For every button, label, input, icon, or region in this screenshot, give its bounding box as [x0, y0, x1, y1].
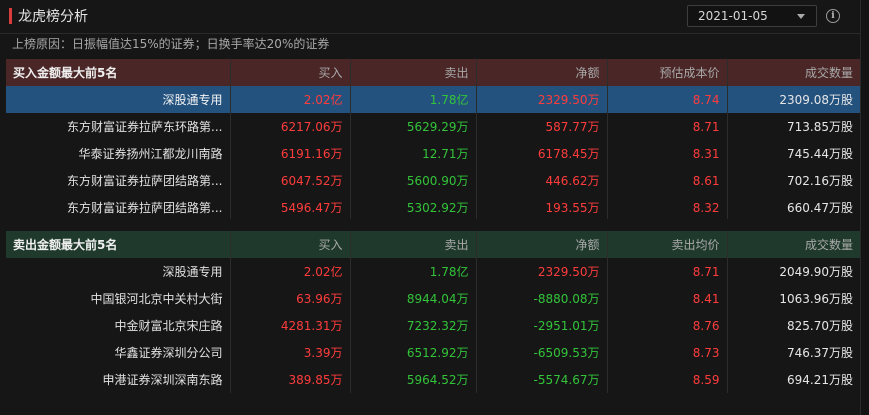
- section-divider: [6, 219, 860, 231]
- column-header[interactable]: 卖出均价: [607, 231, 728, 258]
- dragon-tiger-panel: 龙虎榜分析 2021-01-05 i 上榜原因：日振幅值达15%的证券；日换手率…: [0, 0, 861, 415]
- sell-amount: 1.78亿: [350, 86, 477, 113]
- table-row[interactable]: 深股通专用 2.02亿 1.78亿 2329.50万 8.71 2049.90万…: [6, 258, 860, 285]
- table-row[interactable]: 华鑫证券深圳分公司 3.39万 6512.92万 -6509.53万 8.73 …: [6, 339, 860, 366]
- avg-sell-price: 8.76: [607, 312, 728, 339]
- column-header[interactable]: 预估成本价: [607, 59, 728, 86]
- buy-amount: 2.02亿: [230, 86, 351, 113]
- date-selector[interactable]: 2021-01-05: [687, 5, 817, 27]
- column-header[interactable]: 买入金额最大前5名: [6, 59, 231, 86]
- table-row[interactable]: 申港证券深圳深南东路 389.85万 5964.52万 -5574.67万 8.…: [6, 366, 860, 393]
- buy-amount: 4281.31万: [230, 312, 351, 339]
- broker-name: 华鑫证券深圳分公司: [6, 339, 231, 366]
- column-header[interactable]: 净额: [476, 59, 608, 86]
- buy-amount: 6047.52万: [230, 167, 351, 194]
- net-amount: 2329.50万: [476, 258, 608, 285]
- cost-price: 8.32: [607, 194, 728, 221]
- column-header[interactable]: 买入: [230, 59, 351, 86]
- buy-amount: 3.39万: [230, 339, 351, 366]
- buy-amount: 6217.06万: [230, 113, 351, 140]
- trade-volume: 825.70万股: [787, 319, 853, 333]
- column-header[interactable]: 买入: [230, 231, 351, 258]
- trade-volume: 746.37万股: [787, 346, 853, 360]
- cost-price: 8.74: [607, 86, 728, 113]
- trade-volume: 713.85万股: [787, 120, 853, 134]
- column-header[interactable]: 成交数量: [727, 59, 860, 86]
- buy-amount: 2.02亿: [230, 258, 351, 285]
- net-amount: -6509.53万: [476, 339, 608, 366]
- buy-amount: 5496.47万: [230, 194, 351, 221]
- table-row[interactable]: 深股通专用 2.02亿 1.78亿 2329.50万 8.74 2309.08万…: [6, 86, 860, 113]
- column-header[interactable]: 净额: [476, 231, 608, 258]
- trade-volume: 745.44万股: [787, 147, 853, 161]
- table-row[interactable]: 东方财富证券拉萨团结路第... 5496.47万 5302.92万 193.55…: [6, 194, 860, 221]
- cost-price: 8.31: [607, 140, 728, 167]
- net-amount: 2329.50万: [476, 86, 608, 113]
- column-header[interactable]: 卖出: [350, 59, 477, 86]
- chevron-down-icon: [797, 14, 805, 19]
- broker-name: 东方财富证券拉萨团结路第...: [6, 167, 231, 194]
- table-row[interactable]: 东方财富证券拉萨团结路第... 6047.52万 5600.90万 446.62…: [6, 167, 860, 194]
- page-title: 龙虎榜分析: [18, 9, 88, 25]
- avg-sell-price: 8.41: [607, 285, 728, 312]
- buy-amount: 63.96万: [230, 285, 351, 312]
- broker-name: 深股通专用: [6, 86, 231, 113]
- title-accent-bar: [9, 8, 12, 24]
- broker-name: 华泰证券扬州江都龙川南路: [6, 140, 231, 167]
- avg-sell-price: 8.73: [607, 339, 728, 366]
- cost-price: 8.71: [607, 113, 728, 140]
- sell-amount: 5302.92万: [350, 194, 477, 221]
- column-header[interactable]: 卖出金额最大前5名: [6, 231, 231, 258]
- broker-name: 东方财富证券拉萨东环路第...: [6, 113, 231, 140]
- buy-amount: 389.85万: [230, 366, 351, 393]
- column-header[interactable]: 成交数量: [727, 231, 860, 258]
- sell-amount: 6512.92万: [350, 339, 477, 366]
- trade-volume: 2049.90万股: [779, 265, 853, 279]
- broker-name: 中国银河北京中关村大街: [6, 285, 231, 312]
- avg-sell-price: 8.71: [607, 258, 728, 285]
- sell-amount: 5600.90万: [350, 167, 477, 194]
- trade-volume: 660.47万股: [787, 201, 853, 215]
- net-amount: -2951.01万: [476, 312, 608, 339]
- net-amount: 193.55万: [476, 194, 608, 221]
- column-header[interactable]: 卖出: [350, 231, 477, 258]
- avg-sell-price: 8.59: [607, 366, 728, 393]
- net-amount: 446.62万: [476, 167, 608, 194]
- broker-name: 中金财富北京宋庄路: [6, 312, 231, 339]
- sell-amount: 12.71万: [350, 140, 477, 167]
- broker-name: 东方财富证券拉萨团结路第...: [6, 194, 231, 221]
- buy-amount: 6191.16万: [230, 140, 351, 167]
- trade-volume: 1063.96万股: [779, 292, 853, 306]
- sell-amount: 8944.04万: [350, 285, 477, 312]
- cost-price: 8.61: [607, 167, 728, 194]
- sell-table-header: 卖出金额最大前5名 买入 卖出 净额 卖出均价 成交数量: [6, 231, 860, 258]
- trade-volume: 702.16万股: [787, 174, 853, 188]
- listing-reason: 上榜原因：日振幅值达15%的证券；日换手率达20%的证券: [12, 37, 330, 51]
- date-value: 2021-01-05: [698, 9, 768, 23]
- panel-header: 龙虎榜分析 2021-01-05 i: [0, 0, 861, 34]
- buy-top5-table: 买入金额最大前5名 买入 卖出 净额 预估成本价 成交数量 深股通专用 2.02…: [6, 59, 860, 221]
- trade-volume: 2309.08万股: [727, 86, 860, 113]
- trade-volume: 694.21万股: [787, 373, 853, 387]
- table-row[interactable]: 华泰证券扬州江都龙川南路 6191.16万 12.71万 6178.45万 8.…: [6, 140, 860, 167]
- table-row[interactable]: 东方财富证券拉萨东环路第... 6217.06万 5629.29万 587.77…: [6, 113, 860, 140]
- broker-name: 申港证券深圳深南东路: [6, 366, 231, 393]
- sell-amount: 1.78亿: [350, 258, 477, 285]
- net-amount: 6178.45万: [476, 140, 608, 167]
- net-amount: 587.77万: [476, 113, 608, 140]
- sell-amount: 5629.29万: [350, 113, 477, 140]
- sell-amount: 5964.52万: [350, 366, 477, 393]
- broker-name: 深股通专用: [6, 258, 231, 285]
- buy-table-header: 买入金额最大前5名 买入 卖出 净额 预估成本价 成交数量: [6, 59, 860, 86]
- net-amount: -5574.67万: [476, 366, 608, 393]
- sell-top5-table: 卖出金额最大前5名 买入 卖出 净额 卖出均价 成交数量 深股通专用 2.02亿…: [6, 231, 860, 393]
- net-amount: -8880.08万: [476, 285, 608, 312]
- table-row[interactable]: 中国银河北京中关村大街 63.96万 8944.04万 -8880.08万 8.…: [6, 285, 860, 312]
- info-icon[interactable]: i: [826, 9, 840, 23]
- sell-amount: 7232.32万: [350, 312, 477, 339]
- table-row[interactable]: 中金财富北京宋庄路 4281.31万 7232.32万 -2951.01万 8.…: [6, 312, 860, 339]
